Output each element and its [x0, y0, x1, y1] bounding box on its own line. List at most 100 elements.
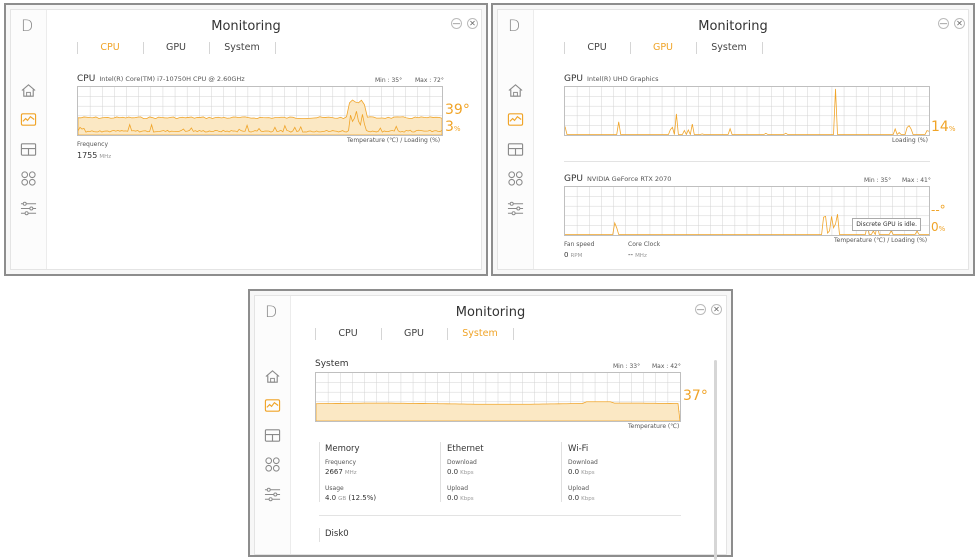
column-divider	[319, 528, 320, 542]
section-divider	[564, 161, 930, 162]
cpu-model-name: Intel(R) Core(TM) i7-10750H CPU @ 2.60GH…	[99, 75, 245, 83]
tab-gpu[interactable]: GPU	[143, 40, 209, 56]
ethernet-upload-label: Upload	[447, 485, 469, 492]
layout-icon[interactable]	[507, 141, 524, 158]
wifi-upload-label: Upload	[568, 485, 590, 492]
ethernet-download-unit: Kbps	[460, 470, 474, 476]
sidebar: D	[11, 10, 47, 269]
wifi-upload-value: 0.0	[568, 494, 580, 502]
cpu-usage-graph	[77, 86, 443, 136]
tab-cpu[interactable]: CPU	[564, 40, 630, 56]
gpu2-label: GPU	[564, 174, 583, 184]
wifi-download-readout: 0.0 Kbps	[568, 468, 595, 476]
wifi-download-unit: Kbps	[581, 470, 595, 476]
column-divider	[440, 442, 441, 502]
sidebar: D	[255, 296, 291, 554]
home-icon[interactable]	[20, 82, 37, 99]
monitoring-icon[interactable]	[264, 397, 281, 414]
core-clock-value: --	[628, 251, 634, 259]
cpu-load-unit: %	[453, 125, 461, 133]
gpu1-model-name: Intel(R) UHD Graphics	[587, 75, 659, 83]
cpu-temp-value: 39°	[445, 102, 470, 118]
cpu-load-value: 3	[445, 119, 454, 135]
tab-cpu[interactable]: CPU	[77, 40, 143, 56]
system-min-temp: Min : 33°	[613, 363, 641, 370]
tab-system[interactable]: System	[696, 40, 762, 56]
monitoring-window: D Monitoring — ✕ CPU GPU System CPU Intel…	[10, 9, 482, 270]
gpu1-label: GPU	[564, 74, 583, 84]
apps-icon[interactable]	[20, 170, 37, 187]
close-button[interactable]: ✕	[954, 18, 965, 29]
settings-sliders-icon[interactable]	[20, 200, 37, 217]
column-divider	[319, 442, 320, 502]
tab-system[interactable]: System	[447, 326, 513, 342]
vertical-scrollbar[interactable]	[714, 360, 717, 560]
core-clock-unit: MHz	[635, 253, 647, 259]
gpu1-load-readout: 14%	[931, 119, 955, 135]
cpu-frequency-unit: MHz	[99, 154, 112, 160]
gpu2-heading: GPU NVIDIA GeForce RTX 2070	[564, 174, 671, 184]
ethernet-download-label: Download	[447, 459, 477, 466]
window-title: Monitoring	[211, 19, 281, 34]
gpu2-axis-caption: Temperature (℃) / Loading (%)	[834, 237, 928, 244]
tab-system[interactable]: System	[209, 40, 275, 56]
system-axis-caption: Temperature (℃)	[628, 423, 680, 430]
gpu2-load-value: 0	[931, 220, 939, 234]
gpu-screenshot-panel: D Monitoring — ✕ CPU GPU System GPU Intel…	[491, 3, 975, 276]
cpu-label: CPU	[77, 74, 96, 84]
gpu2-temp-value: --°	[931, 203, 946, 217]
tab-divider	[275, 42, 276, 54]
gpu2-usage-graph: Discrete GPU is idle.	[564, 186, 930, 236]
tab-gpu[interactable]: GPU	[630, 40, 696, 56]
system-screenshot-panel: D Monitoring — ✕ CPU GPU System System M…	[248, 289, 733, 560]
system-max-temp: Max : 42°	[652, 363, 681, 370]
sidebar: D	[498, 10, 534, 269]
monitoring-icon[interactable]	[20, 111, 37, 128]
window-title: Monitoring	[698, 19, 768, 34]
system-temp-area	[316, 401, 680, 421]
close-button[interactable]: ✕	[711, 304, 722, 315]
core-clock-readout: -- MHz	[628, 251, 647, 259]
cpu-screenshot-panel: D Monitoring — ✕ CPU GPU System CPU Intel…	[4, 3, 488, 276]
ethernet-download-readout: 0.0 Kbps	[447, 468, 474, 476]
ethernet-download-value: 0.0	[447, 468, 459, 476]
memory-usage-percent: (12.5%)	[348, 494, 377, 502]
wifi-upload-readout: 0.0 Kbps	[568, 494, 595, 502]
cpu-axis-caption: Temperature (℃) / Loading (%)	[347, 137, 441, 144]
memory-usage-label: Usage	[325, 485, 344, 492]
minimize-button[interactable]: —	[938, 18, 949, 29]
tab-gpu[interactable]: GPU	[381, 326, 447, 342]
settings-sliders-icon[interactable]	[264, 486, 281, 503]
layout-icon[interactable]	[264, 427, 281, 444]
memory-frequency-value: 2667	[325, 468, 343, 476]
settings-sliders-icon[interactable]	[507, 200, 524, 217]
minimize-button[interactable]: —	[695, 304, 706, 315]
column-divider	[561, 442, 562, 502]
home-icon[interactable]	[264, 368, 281, 385]
layout-icon[interactable]	[20, 141, 37, 158]
apps-icon[interactable]	[264, 456, 281, 473]
monitoring-icon[interactable]	[507, 111, 524, 128]
system-graph-svg	[316, 373, 680, 421]
cpu-min-temp: Min : 35°	[375, 77, 403, 84]
minimize-button[interactable]: —	[451, 18, 462, 29]
ethernet-upload-unit: Kbps	[460, 496, 474, 502]
monitoring-window: D Monitoring — ✕ CPU GPU System System M…	[254, 295, 727, 560]
gpu1-usage-graph	[564, 86, 930, 136]
ethernet-title: Ethernet	[447, 444, 484, 454]
disk-title: Disk0	[325, 529, 349, 539]
close-button[interactable]: ✕	[467, 18, 478, 29]
memory-frequency-readout: 2667 MHz	[325, 468, 357, 476]
tab-cpu[interactable]: CPU	[315, 326, 381, 342]
home-icon[interactable]	[507, 82, 524, 99]
gpu2-max-temp: Max : 41°	[902, 177, 931, 184]
gpu1-load-value: 14	[931, 119, 949, 135]
apps-icon[interactable]	[507, 170, 524, 187]
memory-usage-readout: 4.0 GB (12.5%)	[325, 494, 376, 502]
wifi-download-value: 0.0	[568, 468, 580, 476]
gpu1-graph-svg	[565, 87, 929, 135]
gpu1-load-unit: %	[948, 125, 956, 133]
fan-speed-unit: RPM	[570, 253, 583, 259]
memory-usage-unit: GB	[338, 496, 347, 502]
cpu-frequency-value: 1755	[77, 151, 98, 160]
